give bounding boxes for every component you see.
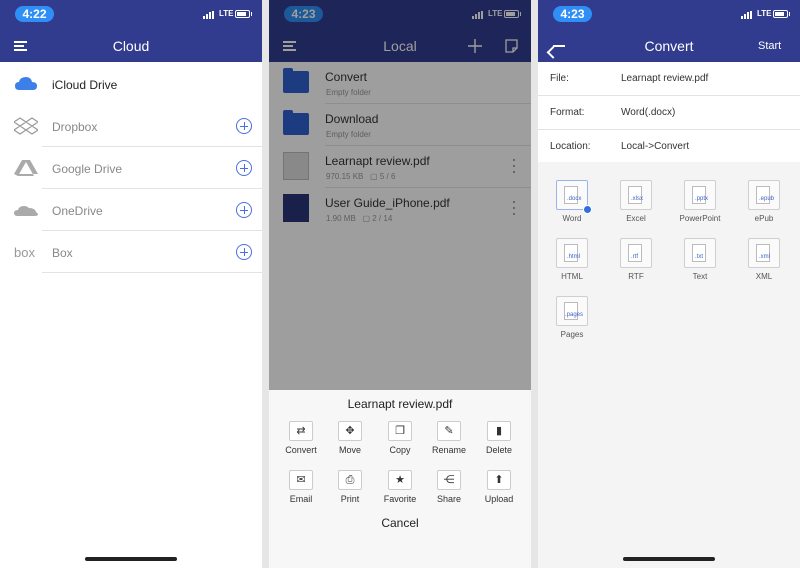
star-icon: ★ <box>388 470 412 490</box>
format-grid: .docx Word .xlsx Excel .pptx PowerPoint … <box>538 162 800 568</box>
format-powerpoint[interactable]: .pptx PowerPoint <box>670 180 730 223</box>
pages-file-icon: .pages <box>556 296 588 326</box>
check-icon <box>583 205 592 214</box>
move-icon: ✥ <box>338 421 362 441</box>
xlsx-file-icon: .xlsx <box>620 180 652 210</box>
status-bar: 4:23 LTE <box>538 0 800 28</box>
home-indicator <box>623 557 715 561</box>
cloud-item-label: Google Drive <box>52 162 123 176</box>
cloud-screen: 4:22 LTE Cloud iCloud Drive Dropbox Goog… <box>0 0 262 568</box>
add-circle-icon[interactable] <box>236 202 252 218</box>
cloud-icon <box>15 77 37 90</box>
share-icon: ⋲ <box>437 470 461 490</box>
signal-icon <box>203 11 217 19</box>
upload-icon: ⬆ <box>487 470 511 490</box>
format-info-row[interactable]: Format: Word(.docx) <box>538 96 800 130</box>
copy-button[interactable]: ❐ Copy <box>375 421 425 455</box>
email-button[interactable]: ✉ Email <box>276 470 326 504</box>
convert-header: 4:23 LTE Convert Start <box>538 0 800 62</box>
network-label: LTE <box>219 9 234 18</box>
local-screen: 4:23 LTE Local Convert Empty folder Down… <box>269 0 531 568</box>
start-button[interactable]: Start <box>758 40 781 52</box>
format-text[interactable]: .txt Text <box>670 238 730 281</box>
delete-button[interactable]: ▮ Delete <box>474 421 524 455</box>
move-button[interactable]: ✥ Move <box>325 421 375 455</box>
convert-button[interactable]: ⇄ Convert <box>276 421 326 455</box>
cloud-item-onedrive[interactable]: OneDrive <box>0 189 262 231</box>
dropbox-icon <box>14 117 38 135</box>
trash-icon: ▮ <box>487 421 511 441</box>
docx-file-icon: .docx <box>556 180 592 214</box>
cloud-item-label: Box <box>52 246 73 260</box>
format-xml[interactable]: .xml XML <box>734 238 794 281</box>
add-circle-icon[interactable] <box>236 118 252 134</box>
share-button[interactable]: ⋲ Share <box>424 470 474 504</box>
signal-icon <box>741 11 755 19</box>
onedrive-icon <box>14 206 38 216</box>
printer-icon: ⎙ <box>338 470 362 490</box>
format-epub[interactable]: .epub ePub <box>734 180 794 223</box>
status-bar: 4:22 LTE <box>0 0 262 28</box>
battery-icon <box>773 10 788 18</box>
cloud-item-label: OneDrive <box>52 204 103 218</box>
pptx-file-icon: .pptx <box>684 180 716 210</box>
epub-file-icon: .epub <box>748 180 780 210</box>
sheet-title: Learnapt review.pdf <box>347 397 453 411</box>
xml-file-icon: .xml <box>748 238 780 268</box>
home-indicator <box>85 557 177 561</box>
add-circle-icon[interactable] <box>236 244 252 260</box>
format-word[interactable]: .docx Word <box>542 180 602 223</box>
svg-text:box: box <box>14 245 35 260</box>
format-html[interactable]: .html HTML <box>542 238 602 281</box>
add-circle-icon[interactable] <box>236 160 252 176</box>
google-drive-icon <box>14 160 38 176</box>
copy-icon: ❐ <box>388 421 412 441</box>
html-file-icon: .html <box>556 238 588 268</box>
cloud-item-box[interactable]: box Box <box>0 231 262 273</box>
cloud-item-icloud[interactable]: iCloud Drive <box>0 63 262 105</box>
page-title: Cloud <box>112 38 150 54</box>
rename-button[interactable]: ✎ Rename <box>424 421 474 455</box>
format-rtf[interactable]: .rtf RTF <box>606 238 666 281</box>
status-time: 4:23 <box>553 6 592 22</box>
network-label: LTE <box>757 9 772 18</box>
upload-button[interactable]: ⬆ Upload <box>474 470 524 504</box>
pencil-icon: ✎ <box>437 421 461 441</box>
location-info-row[interactable]: Location: Local->Convert <box>538 130 800 164</box>
battery-icon <box>235 10 250 18</box>
box-icon: box <box>14 245 35 260</box>
cancel-button[interactable]: Cancel <box>269 516 531 530</box>
cloud-header: 4:22 LTE Cloud <box>0 0 262 62</box>
cloud-item-label: Dropbox <box>52 120 98 134</box>
cloud-item-google-drive[interactable]: Google Drive <box>0 147 262 189</box>
email-icon: ✉ <box>289 470 313 490</box>
dim-overlay[interactable] <box>269 0 531 390</box>
status-time: 4:22 <box>15 6 54 22</box>
format-excel[interactable]: .xlsx Excel <box>606 180 666 223</box>
convert-icon: ⇄ <box>289 421 313 441</box>
rtf-file-icon: .rtf <box>620 238 652 268</box>
format-pages[interactable]: .pages Pages <box>542 296 602 339</box>
action-sheet: Learnapt review.pdf ⇄ Convert ✥ Move ❐ Copy… <box>269 390 531 568</box>
convert-screen: 4:23 LTE Convert Start File: Learnapt re… <box>538 0 800 568</box>
cloud-item-dropbox[interactable]: Dropbox <box>0 105 262 147</box>
cloud-item-label: iCloud Drive <box>52 78 118 92</box>
print-button[interactable]: ⎙ Print <box>325 470 375 504</box>
favorite-button[interactable]: ★ Favorite <box>375 470 425 504</box>
txt-file-icon: .txt <box>684 238 716 268</box>
file-info-row: File: Learnapt review.pdf <box>538 62 800 96</box>
